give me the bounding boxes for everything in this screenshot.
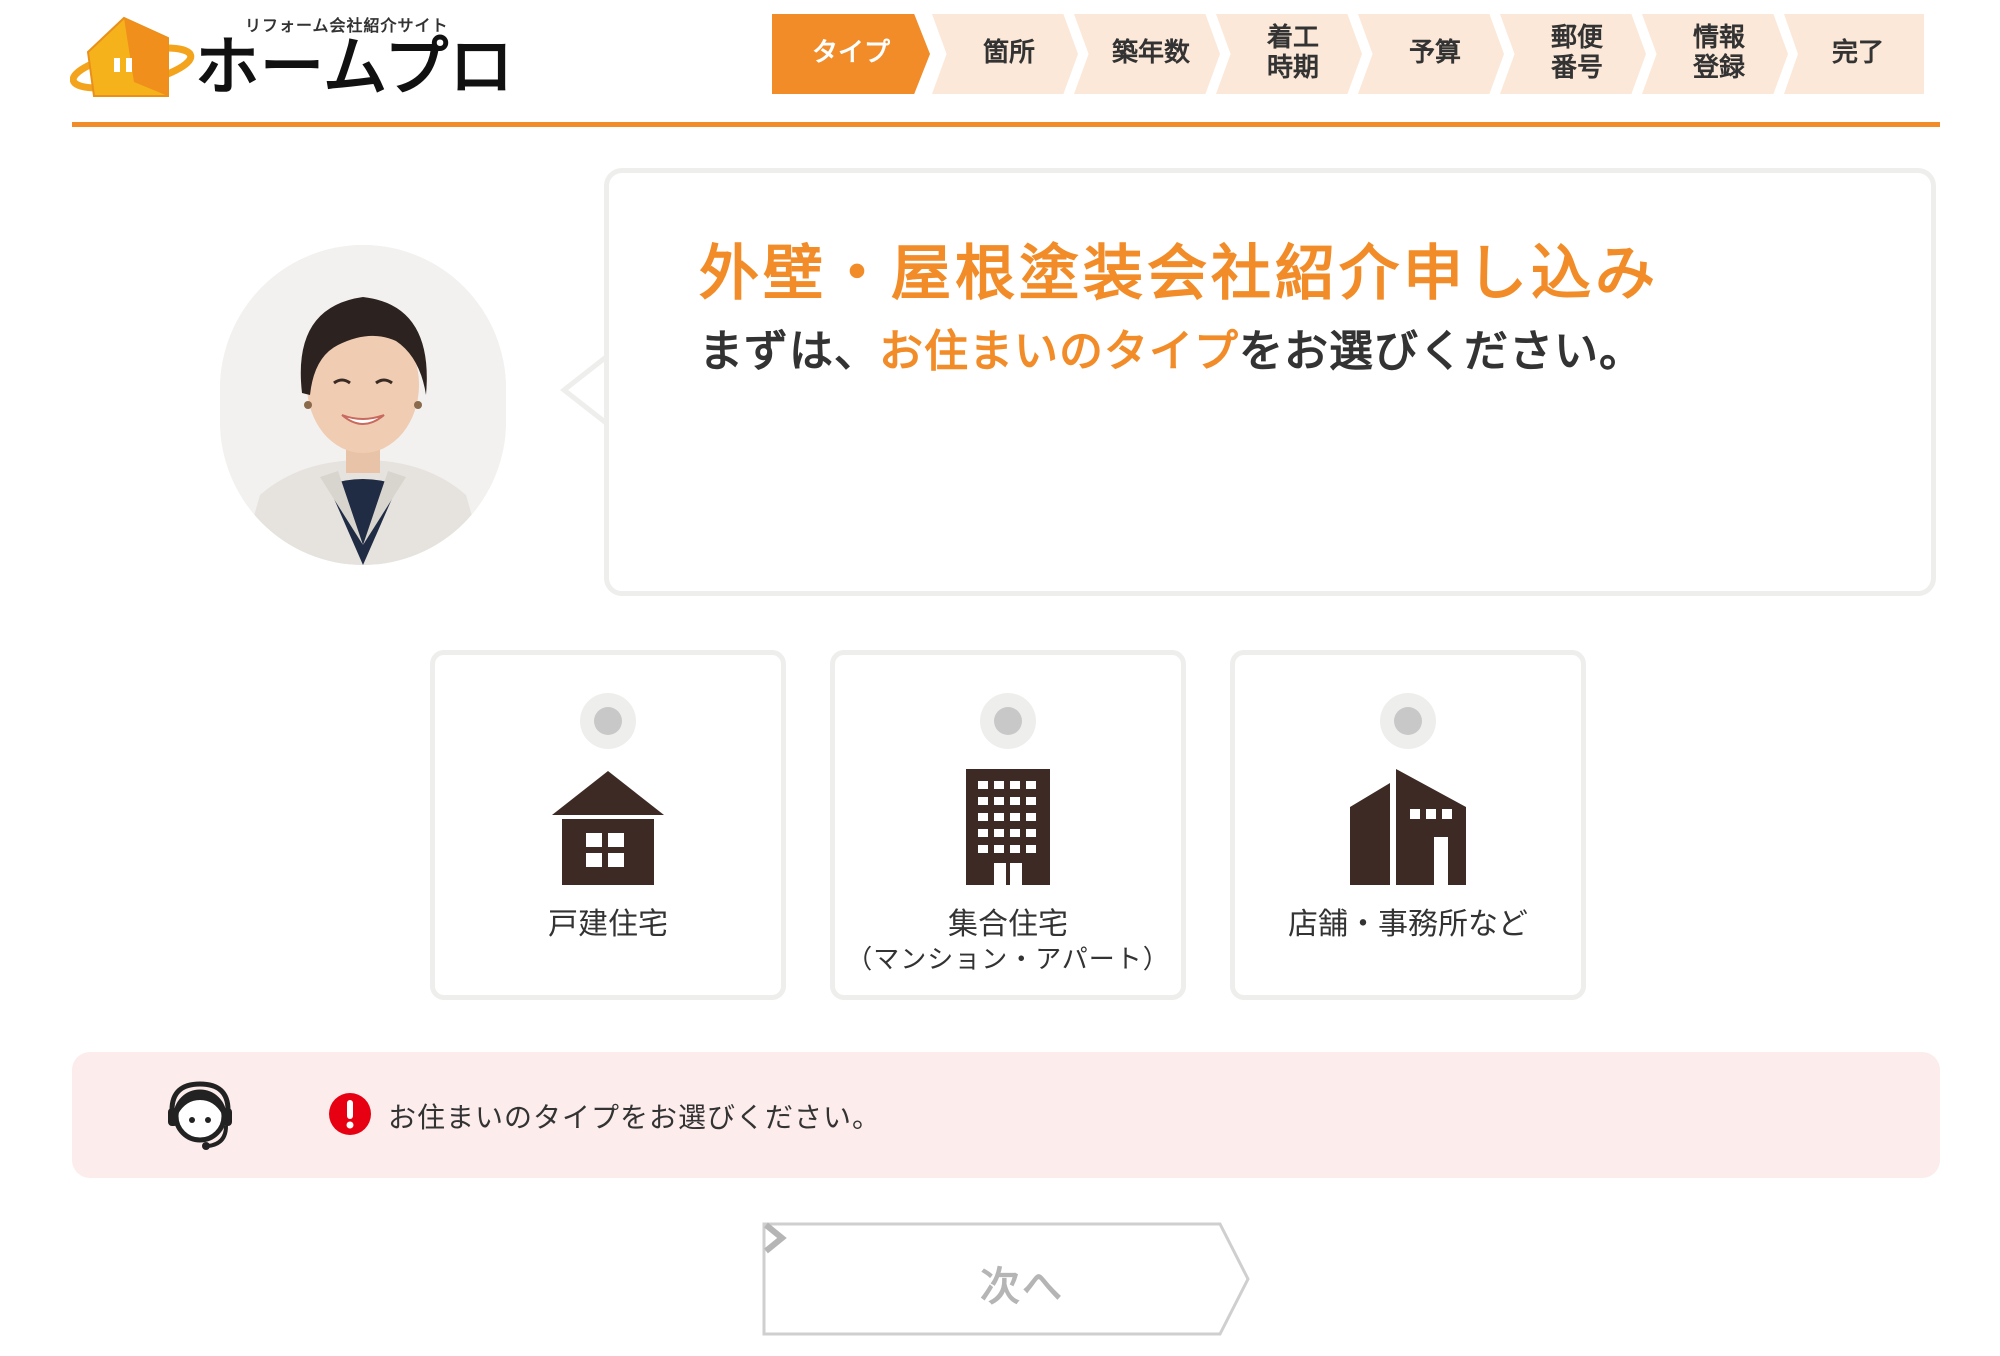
instruction-text-before: まずは、 [699, 326, 879, 377]
progress-steps: タイプ 箇所 築年数 着工 時期 予算 郵便 番号 情報 登録 完了 [772, 14, 1940, 94]
radio-button[interactable] [1380, 693, 1436, 749]
page-instruction: まずは、お住まいのタイプをお選びください。 [699, 315, 1644, 379]
step-label: 郵便 番号 [1550, 23, 1603, 83]
site-logo[interactable]: リフォーム会社紹介サイト ホームプロ [70, 10, 513, 110]
option-label-main: 集合住宅 [948, 907, 1068, 942]
house-icon [552, 771, 664, 885]
next-button[interactable]: 次へ [762, 1222, 1250, 1336]
step-label: 築年数 [1111, 38, 1190, 69]
instruction-highlight: お住まいのタイプ [879, 326, 1239, 377]
advisor-avatar [220, 245, 506, 565]
step-building-age: 築年数 [1074, 14, 1220, 94]
option-detached-house[interactable]: 戸建住宅 [430, 650, 786, 1000]
radio-button[interactable] [980, 693, 1036, 749]
intro-speech-bubble: 外壁・屋根塗装会社紹介申し込み まずは、お住まいのタイプをお選びください。 [604, 168, 1936, 596]
step-label: 箇所 [982, 38, 1035, 69]
option-label: 集合住宅 （マンション・アパート） [835, 905, 1181, 978]
option-label: 店舗・事務所など [1235, 905, 1581, 944]
step-label: 情報 登録 [1692, 23, 1745, 83]
step-label: タイプ [811, 38, 890, 69]
house-logo-icon [70, 16, 195, 97]
logo-name: ホームプロ [195, 31, 515, 105]
option-store-office[interactable]: 店舗・事務所など [1230, 650, 1586, 1000]
option-label-main: 店舗・事務所など [1288, 907, 1528, 942]
step-start-time: 着工 時期 [1216, 14, 1362, 94]
validation-alert: お住まいのタイプをお選びください。 [72, 1052, 1940, 1178]
instruction-text-after: をお選びください。 [1239, 326, 1644, 377]
step-complete: 完了 [1784, 14, 1924, 94]
header-divider [72, 122, 1940, 127]
exclamation-icon [329, 1093, 371, 1135]
step-label: 着工 時期 [1266, 23, 1319, 83]
option-apartment[interactable]: 集合住宅 （マンション・アパート） [830, 650, 1186, 1000]
step-label: 完了 [1831, 38, 1884, 69]
option-label: 戸建住宅 [435, 905, 781, 944]
store-office-icon [1350, 769, 1466, 885]
page-title: 外壁・屋根塗装会社紹介申し込み [699, 239, 1659, 309]
step-type: タイプ [772, 14, 930, 94]
next-button-label: 次へ [980, 1264, 1064, 1310]
step-location: 箇所 [932, 14, 1078, 94]
apartment-building-icon [966, 769, 1050, 885]
alert-message: お住まいのタイプをお選びください。 [388, 1101, 882, 1134]
option-label-main: 戸建住宅 [548, 907, 668, 942]
option-label-sub: （マンション・アパート） [846, 945, 1170, 975]
step-postal-code: 郵便 番号 [1500, 14, 1646, 94]
step-info-registration: 情報 登録 [1642, 14, 1788, 94]
headset-operator-icon [168, 1081, 232, 1150]
step-budget: 予算 [1358, 14, 1504, 94]
step-label: 予算 [1408, 38, 1461, 69]
chevron-right-icon [764, 1222, 787, 1254]
radio-button[interactable] [580, 693, 636, 749]
